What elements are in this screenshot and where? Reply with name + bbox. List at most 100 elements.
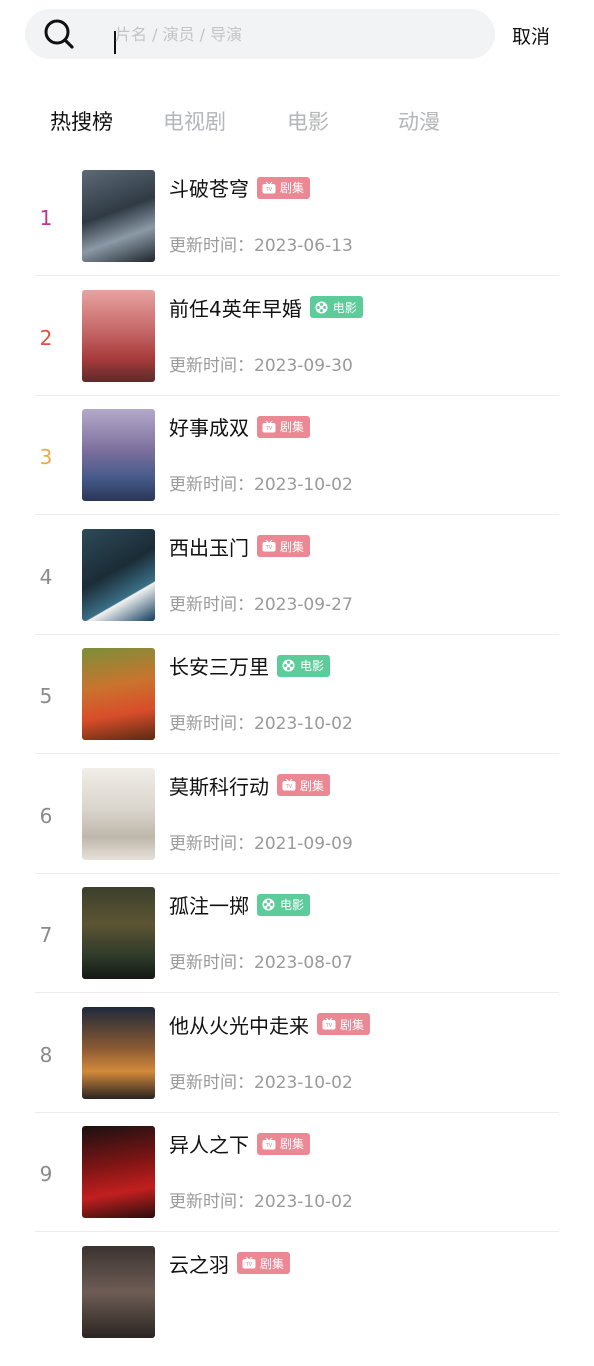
badge-label: 剧集 bbox=[280, 1137, 305, 1151]
svg-text:TV: TV bbox=[284, 784, 292, 790]
film-reel-icon bbox=[314, 300, 329, 314]
poster-image[interactable] bbox=[82, 1006, 155, 1099]
list-item[interactable]: 5 长安三万里 电影 更新时间：2023-10-02 bbox=[0, 648, 594, 768]
cancel-button[interactable]: 取消 bbox=[512, 22, 550, 49]
tv-icon: TV bbox=[241, 1257, 256, 1269]
tv-icon: TV bbox=[261, 181, 276, 194]
drama-badge: TV 剧集 bbox=[277, 774, 331, 796]
update-time: 更新时间：2023-06-13 bbox=[169, 236, 353, 256]
tv-icon: TV bbox=[321, 1018, 336, 1030]
tab-hot-search[interactable]: 热搜榜 bbox=[50, 106, 113, 136]
badge-label: 电影 bbox=[280, 898, 305, 912]
title-line: 长安三万里 电影 bbox=[169, 651, 331, 680]
film-reel-icon bbox=[281, 659, 296, 672]
svg-text:TV: TV bbox=[264, 187, 272, 193]
divider bbox=[35, 394, 559, 396]
svg-text:TV: TV bbox=[324, 1023, 332, 1029]
svg-text:TV: TV bbox=[244, 1262, 252, 1268]
title-line: 前任4英年早婚 电影 bbox=[169, 293, 363, 322]
list-item[interactable]: 6 莫斯科行动 TV 剧集 更新时间：2021-09-09 bbox=[0, 767, 594, 888]
poster-image[interactable] bbox=[82, 1245, 155, 1338]
list-item[interactable]: 8 他从火光中走来 TV 剧集 更新时间：2023-10-02 bbox=[0, 1006, 594, 1127]
item-title: 西出玉门 bbox=[169, 535, 249, 560]
drama-badge: TV 剧集 bbox=[237, 1252, 291, 1274]
movie-badge: 电影 bbox=[309, 296, 363, 318]
title-line: 孤注一掷 电影 bbox=[169, 890, 311, 919]
list-item[interactable]: 1 斗破苍穹 TV 剧集更新时间：2023-06-13 bbox=[0, 170, 594, 290]
list-item[interactable]: 2 前任4英年早婚 电影更新时间：2023-09-30 bbox=[0, 289, 594, 410]
title-line: 好事成双 TV 剧集 bbox=[169, 412, 311, 441]
tab-anime[interactable]: 动漫 bbox=[398, 106, 440, 136]
update-time: 更新时间：2023-10-02 bbox=[169, 475, 353, 495]
svg-text:TV: TV bbox=[264, 545, 272, 551]
item-title: 斗破苍穹 bbox=[169, 177, 249, 201]
item-title: 长安三万里 bbox=[169, 655, 269, 679]
drama-badge: TV 剧集 bbox=[257, 415, 311, 438]
search-icon bbox=[44, 19, 74, 49]
update-time: 更新时间：2023-10-02 bbox=[169, 714, 353, 734]
svg-text:TV: TV bbox=[264, 1143, 272, 1149]
item-title: 他从火光中走来 bbox=[169, 1013, 309, 1038]
drama-badge: TV 剧集 bbox=[257, 1132, 311, 1155]
rank-number: 2 bbox=[39, 325, 53, 350]
badge-label: 剧集 bbox=[280, 539, 305, 554]
rank-number: 9 bbox=[39, 1162, 53, 1186]
poster-image[interactable] bbox=[82, 1126, 155, 1218]
item-title: 好事成双 bbox=[169, 416, 249, 440]
badge-label: 电影 bbox=[332, 300, 357, 315]
drama-badge: TV 剧集 bbox=[257, 176, 311, 199]
poster-image[interactable] bbox=[82, 767, 155, 860]
divider bbox=[35, 514, 559, 515]
search-bar[interactable] bbox=[25, 9, 495, 59]
title-line: 云之羽 TV 剧集 bbox=[169, 1249, 291, 1278]
poster-image[interactable] bbox=[82, 409, 155, 501]
poster-image[interactable] bbox=[82, 887, 155, 979]
movie-badge: 电影 bbox=[257, 893, 311, 916]
search-input[interactable] bbox=[115, 21, 495, 47]
title-line: 西出玉门 TV 剧集 bbox=[169, 532, 311, 561]
tab-movies[interactable]: 电影 bbox=[287, 106, 329, 136]
badge-label: 剧集 bbox=[300, 778, 325, 793]
svg-text:TV: TV bbox=[264, 426, 272, 432]
update-time: 更新时间：2023-09-30 bbox=[169, 355, 353, 376]
item-title: 异人之下 bbox=[169, 1133, 249, 1157]
update-time: 更新时间：2023-09-27 bbox=[169, 594, 353, 615]
poster-image[interactable] bbox=[82, 289, 155, 382]
rank-number: 7 bbox=[39, 923, 53, 947]
tv-icon: TV bbox=[261, 420, 276, 433]
divider bbox=[35, 872, 559, 874]
list-item[interactable]: 4 西出玉门 TV 剧集更新时间：2023-09-27 bbox=[0, 528, 594, 649]
poster-image[interactable] bbox=[82, 528, 155, 621]
list-item[interactable]: 9 异人之下 TV 剧集 更新时间：2023-10-02 bbox=[0, 1126, 594, 1246]
divider bbox=[35, 992, 559, 993]
poster-image[interactable] bbox=[82, 648, 155, 740]
divider bbox=[35, 275, 559, 276]
film-reel-icon bbox=[261, 898, 276, 911]
list-item[interactable]: 7 孤注一掷 电影更新时间：2023-08-07 bbox=[0, 887, 594, 1007]
rank-number: 4 bbox=[39, 564, 53, 589]
divider bbox=[35, 753, 559, 754]
badge-label: 剧集 bbox=[260, 1256, 285, 1271]
divider bbox=[35, 1231, 559, 1232]
rank-number: 1 bbox=[39, 206, 53, 230]
movie-badge: 电影 bbox=[277, 654, 331, 677]
update-time: 更新时间：2023-08-07 bbox=[169, 953, 353, 973]
item-title: 孤注一掷 bbox=[169, 894, 249, 918]
rank-number: 8 bbox=[39, 1042, 53, 1067]
item-title: 前任4英年早婚 bbox=[169, 296, 302, 321]
drama-badge: TV 剧集 bbox=[317, 1013, 371, 1035]
drama-badge: TV 剧集 bbox=[257, 535, 311, 557]
category-tabs: 热搜榜 电视剧 电影 动漫 bbox=[0, 106, 594, 136]
title-line: 斗破苍穹 TV 剧集 bbox=[169, 173, 311, 202]
list-item[interactable]: 云之羽 TV 剧集 bbox=[0, 1245, 594, 1366]
divider bbox=[35, 633, 559, 635]
rank-number: 3 bbox=[39, 445, 53, 469]
tab-tv-series[interactable]: 电视剧 bbox=[163, 106, 226, 136]
poster-image[interactable] bbox=[82, 170, 155, 262]
badge-label: 剧集 bbox=[280, 420, 305, 434]
badge-label: 剧集 bbox=[280, 181, 305, 195]
tv-icon: TV bbox=[261, 1137, 276, 1150]
title-line: 他从火光中走来 TV 剧集 bbox=[169, 1010, 371, 1039]
badge-label: 电影 bbox=[300, 659, 325, 673]
list-item[interactable]: 3 好事成双 TV 剧集更新时间：2023-10-02 bbox=[0, 409, 594, 529]
